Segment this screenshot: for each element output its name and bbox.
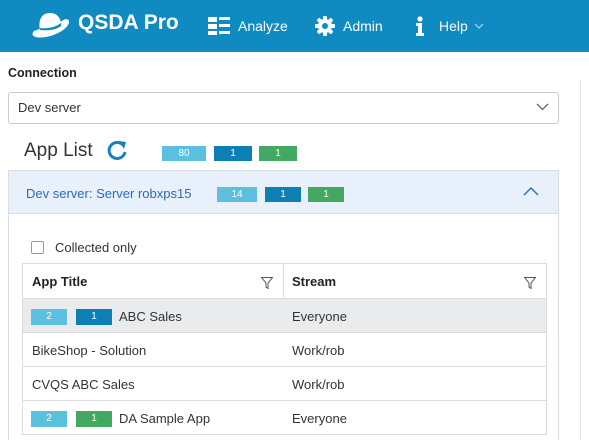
green-count-badge: 1 (259, 146, 297, 161)
dark-count-badge: 1 (214, 146, 252, 161)
chevron-down-icon (474, 22, 484, 29)
server-panel: Dev server: Server robxps15 14 1 1 Colle… (8, 170, 559, 440)
nav-analyze-label: Analyze (238, 18, 288, 34)
stream-cell: Everyone (292, 411, 347, 426)
collected-only-checkbox[interactable] (31, 241, 44, 254)
total-apps-badge: 80 (162, 146, 206, 161)
row-badge: 2 (31, 309, 67, 325)
nav-help-label: Help (439, 18, 468, 34)
hat-logo-icon (32, 13, 70, 38)
stream-cell: Work/rob (292, 343, 345, 358)
collected-only-label: Collected only (55, 240, 137, 255)
server-dark-badge: 1 (265, 187, 301, 202)
table-row[interactable]: CVQS ABC Sales Work/rob (23, 367, 546, 401)
column-header-app-title[interactable]: App Title (32, 274, 87, 289)
brand-title[interactable]: QSDA Pro (78, 11, 179, 35)
app-list-title: App List (24, 140, 93, 161)
app-title-cell: BikeShop - Solution (32, 343, 147, 358)
info-icon (416, 16, 424, 36)
server-panel-title: Dev server: Server robxps15 (26, 186, 192, 201)
row-badge: 1 (76, 309, 112, 325)
server-apps-badge: 14 (217, 187, 257, 202)
table-row[interactable]: 2 1 DA Sample App Everyone (23, 401, 546, 435)
server-panel-header[interactable]: Dev server: Server robxps15 14 1 1 (9, 171, 558, 214)
analyze-icon (208, 17, 230, 35)
filter-icon[interactable] (524, 277, 536, 289)
stream-cell: Everyone (292, 309, 347, 324)
app-title-cell: DA Sample App (119, 411, 211, 426)
app-table: App Title Stream 2 1 ABC Sales Everyone … (22, 263, 547, 435)
table-row[interactable]: BikeShop - Solution Work/rob (23, 333, 546, 367)
chevron-up-icon[interactable] (523, 186, 539, 196)
nav-analyze[interactable]: Analyze (208, 0, 288, 52)
stream-cell: Work/rob (292, 377, 345, 392)
column-divider[interactable] (283, 264, 284, 299)
top-navigation-bar: QSDA Pro Analyze Admin Help (0, 0, 589, 52)
row-badge: 2 (31, 411, 67, 427)
nav-help[interactable]: Help (415, 0, 492, 52)
column-header-stream[interactable]: Stream (292, 274, 336, 289)
gear-icon (315, 16, 335, 36)
connection-selected-value: Dev server (18, 100, 81, 115)
nav-admin-label: Admin (343, 18, 383, 34)
filter-icon[interactable] (261, 277, 273, 289)
table-header: App Title Stream (23, 264, 546, 299)
chevron-down-icon (536, 103, 549, 111)
panel-divider (580, 80, 581, 440)
connection-select[interactable]: Dev server (8, 92, 559, 124)
connection-label: Connection (8, 66, 77, 80)
app-title-cell: CVQS ABC Sales (32, 377, 135, 392)
nav-admin[interactable]: Admin (315, 0, 383, 52)
row-badge: 1 (76, 411, 112, 427)
app-title-cell: ABC Sales (119, 309, 182, 324)
server-green-badge: 1 (308, 187, 344, 202)
table-row[interactable]: 2 1 ABC Sales Everyone (23, 299, 546, 333)
refresh-icon[interactable] (106, 139, 128, 161)
